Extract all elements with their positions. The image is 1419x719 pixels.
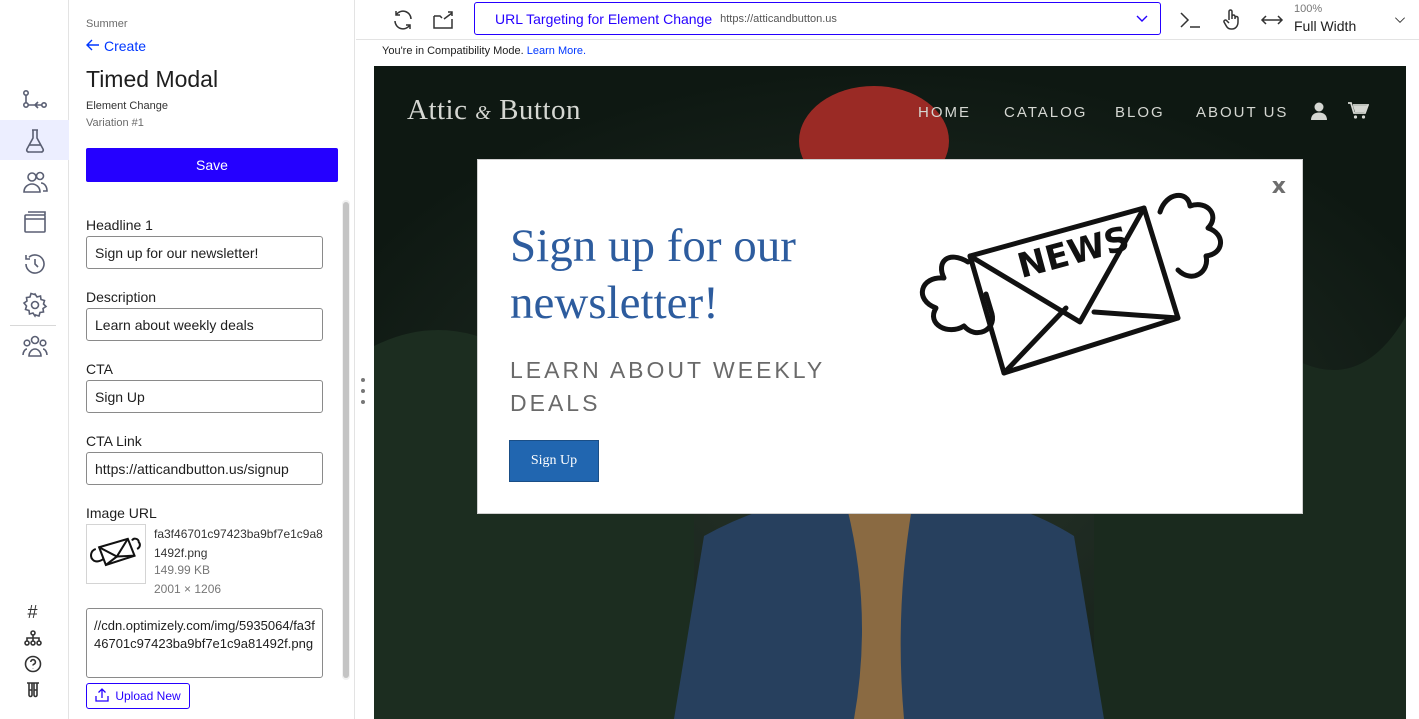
help-icon[interactable]	[0, 653, 65, 675]
upload-new-button[interactable]: Upload New	[86, 683, 190, 709]
editor-panel: Summer Create Timed Modal Element Change…	[70, 0, 355, 719]
url-targeting-title: URL Targeting for Element Change	[495, 10, 713, 27]
viewport-chevron-down-icon[interactable]	[1386, 6, 1414, 34]
refresh-icon[interactable]	[389, 6, 417, 34]
newsletter-modal: x Sign up for our newsletter! Learn abou…	[477, 159, 1303, 514]
interact-pointer-icon[interactable]	[1218, 6, 1246, 34]
audiences-icon[interactable]	[0, 162, 69, 202]
site-preview: Attic & Button HOME CATALOG BLOG ABOUT U…	[374, 66, 1406, 719]
nav-catalog[interactable]: CATALOG	[1004, 104, 1087, 121]
panel-scrollbar-thumb[interactable]	[343, 202, 349, 678]
collaborators-icon[interactable]	[0, 326, 69, 366]
account-icon[interactable]	[1308, 100, 1330, 122]
image-file-name: fa3f46701c97423ba9bf7e1c9a81492f.png	[154, 527, 323, 560]
upload-icon	[95, 687, 109, 705]
settings-gear-icon[interactable]	[0, 285, 69, 325]
cta-input[interactable]: Sign Up	[86, 380, 323, 413]
modal-description: Learn about weekly deals	[510, 357, 825, 416]
cta-label: CTA	[86, 361, 113, 377]
compatibility-notice: You're in Compatibility Mode. Learn More…	[382, 45, 586, 57]
nav-blog[interactable]: BLOG	[1115, 104, 1165, 121]
headline-label: Headline 1	[86, 217, 153, 233]
lab-tubes-icon[interactable]	[0, 679, 65, 701]
modal-headline: Sign up for our newsletter!	[510, 220, 796, 329]
description-input[interactable]: Learn about weekly deals	[86, 308, 323, 341]
chevron-down-icon	[1136, 10, 1148, 28]
code-console-icon[interactable]	[1176, 6, 1204, 34]
headline-input[interactable]: Sign up for our newsletter!	[86, 236, 323, 269]
cta-link-input[interactable]: https://atticandbutton.us/signup	[86, 452, 323, 485]
pages-icon[interactable]	[0, 203, 69, 243]
change-type: Element Change	[86, 100, 168, 112]
nav-rail: #	[0, 0, 69, 719]
image-thumbnail	[86, 524, 146, 584]
cta-link-label: CTA Link	[86, 433, 142, 449]
cart-icon[interactable]	[1347, 100, 1369, 122]
variation-name: Variation #1	[86, 117, 144, 129]
open-external-icon[interactable]	[429, 6, 457, 34]
zoom-percentage: 100%	[1294, 3, 1323, 15]
nav-about-us[interactable]: ABOUT US	[1196, 104, 1288, 121]
arrow-left-icon	[86, 38, 100, 54]
top-toolbar: URL Targeting for Element Change https:/…	[356, 0, 1419, 40]
image-file-size: 149.99 KB	[154, 563, 211, 577]
url-targeting-select[interactable]: URL Targeting for Element Change https:/…	[474, 2, 1161, 35]
hash-icon[interactable]: #	[0, 601, 65, 623]
image-url-textarea[interactable]: //cdn.optimizely.com/img/5935064/fa3f467…	[86, 608, 323, 678]
image-url-label: Image URL	[86, 505, 157, 521]
upload-new-label: Upload New	[115, 689, 181, 703]
learn-more-link[interactable]: Learn More.	[527, 45, 586, 57]
width-arrows-icon[interactable]	[1258, 6, 1286, 34]
save-button[interactable]: Save	[86, 148, 338, 182]
panel-resize-handle[interactable]	[360, 378, 366, 404]
image-dimensions: 2001 × 1206	[154, 582, 222, 596]
nav-home[interactable]: HOME	[918, 104, 971, 121]
description-label: Description	[86, 289, 157, 305]
modal-close-button[interactable]: x	[1272, 174, 1286, 199]
page-title: Timed Modal	[86, 66, 219, 92]
back-link-label: Create	[104, 38, 147, 54]
experiments-flask-icon[interactable]	[0, 120, 69, 160]
url-targeting-url: https://atticandbutton.us	[720, 12, 837, 25]
breadcrumb: Summer	[86, 18, 128, 30]
modal-signup-button[interactable]: Sign Up	[509, 440, 599, 482]
viewport-select[interactable]: Full Width	[1294, 18, 1356, 34]
site-logo[interactable]: Attic & Button	[407, 94, 581, 127]
sitemap-icon[interactable]	[0, 627, 65, 649]
history-icon[interactable]	[0, 244, 69, 284]
compatibility-text: You're in Compatibility Mode.	[382, 45, 524, 57]
flows-icon[interactable]	[0, 79, 69, 119]
back-link[interactable]: Create	[86, 38, 146, 54]
news-envelope-illustration: NEWS	[919, 193, 1223, 376]
